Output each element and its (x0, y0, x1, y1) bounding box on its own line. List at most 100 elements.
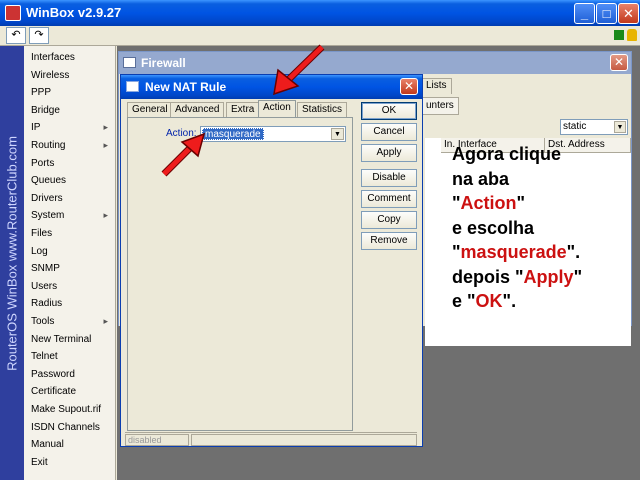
instruction-line: Agora clique (452, 144, 562, 164)
menu-item-interfaces[interactable]: Interfaces (24, 49, 116, 67)
menu-item-label: System (31, 210, 65, 222)
arrow-to-action-select-icon (161, 132, 206, 177)
action-select-value: masquerade (202, 128, 264, 140)
menu-item-files[interactable]: Files (24, 225, 116, 243)
tab-general[interactable]: General (127, 102, 173, 117)
menu-item-label: PPP (31, 87, 52, 99)
close-button[interactable]: ✕ (618, 3, 639, 24)
redo-icon: ↷ (34, 29, 44, 41)
redo-button[interactable]: ↷ (29, 27, 49, 44)
main-menu: Interfaces Wireless PPP Bridge IP ▸ Routing ▸ Po… (24, 46, 116, 480)
menu-item-label: Files (31, 228, 53, 239)
brand-text: RouterOS WinBox www.RouterClub.com (4, 136, 20, 371)
menu-item-tools[interactable]: Tools ▸ (24, 313, 116, 331)
menu-item-system[interactable]: System ▸ (24, 207, 116, 225)
ok-button[interactable]: OK (361, 102, 417, 120)
menu-item-new-terminal[interactable]: New Terminal (24, 331, 116, 349)
menu-item-label: Log (31, 245, 48, 257)
connection-status-icon (614, 30, 624, 40)
menu-item-telnet[interactable]: Telnet (24, 348, 116, 366)
tab-address-lists[interactable]: Lists (421, 78, 452, 94)
menu-item-manual[interactable]: Manual (24, 436, 116, 454)
menu-item-label: Make Supout.rif (31, 404, 102, 415)
menu-item-label: Certificate (31, 386, 77, 398)
chevron-down-icon: ▼ (614, 121, 626, 133)
menu-item-certificate[interactable]: Certificate (24, 383, 116, 401)
menu-item-routing[interactable]: Routing ▸ (24, 137, 116, 155)
disable-button[interactable]: Disable (361, 169, 417, 187)
menu-item-label: Wireless (31, 69, 70, 81)
menu-item-ports[interactable]: Ports (24, 155, 116, 173)
dialog-title: New NAT Rule (145, 80, 227, 94)
menu-item-wireless[interactable]: Wireless (24, 67, 116, 85)
tab-action[interactable]: Action (258, 100, 296, 118)
instruction-line: na aba (452, 168, 510, 189)
action-select[interactable]: masquerade ▼ (200, 126, 346, 142)
menu-item-ppp[interactable]: PPP (24, 84, 116, 102)
menu-item-radius[interactable]: Radius (24, 295, 116, 313)
instruction-line: e escolha (452, 217, 535, 238)
firewall-title: Firewall (141, 56, 186, 70)
menu-item-drivers[interactable]: Drivers (24, 190, 116, 208)
menu-item-users[interactable]: Users (24, 278, 116, 296)
undo-button[interactable]: ↶ (6, 27, 26, 44)
instruction-line: "Action" (452, 193, 526, 213)
cancel-button[interactable]: Cancel (361, 123, 417, 141)
menu-item-exit[interactable]: Exit (24, 454, 116, 472)
comment-button[interactable]: Comment (361, 190, 417, 208)
tab-statistics[interactable]: Statistics (297, 102, 348, 117)
menu-item-bridge[interactable]: Bridge (24, 102, 116, 120)
menu-item-label: Interfaces (31, 52, 75, 63)
minimize-button[interactable]: _ (574, 3, 595, 24)
submenu-arrow-icon: ▸ (103, 122, 108, 133)
maximize-button[interactable]: □ (596, 3, 617, 24)
tab-extra[interactable]: Extra (226, 102, 260, 117)
instruction-line: depois "Apply" (452, 266, 583, 287)
window-icon (123, 57, 136, 68)
submenu-arrow-icon: ▸ (103, 140, 108, 150)
menu-item-label: ISDN Channels (31, 421, 100, 433)
highlight-ok: OK (475, 291, 503, 311)
instruction-line: "masquerade". (452, 242, 581, 262)
menu-item-password[interactable]: Password (24, 366, 116, 384)
menu-item-make-supout-rif[interactable]: Make Supout.rif (24, 401, 116, 419)
menu-item-label: Users (31, 280, 58, 292)
submenu-arrow-icon: ▸ (103, 210, 108, 221)
tab-advanced[interactable]: Advanced (170, 102, 225, 117)
brand-strip: RouterOS WinBox www.RouterClub.com (0, 46, 24, 480)
app-title: WinBox v2.9.27 (26, 5, 122, 20)
dialog-close-button[interactable]: ✕ (400, 78, 418, 95)
copy-button[interactable]: Copy (361, 211, 417, 229)
remove-button[interactable]: Remove (361, 232, 417, 250)
menu-item-label: Drivers (31, 192, 63, 204)
menu-item-label: Routing (31, 140, 66, 151)
instruction-line: e "OK". (452, 291, 517, 311)
menu-item-label: Manual (31, 439, 64, 451)
menu-item-snmp[interactable]: SNMP (24, 260, 116, 278)
menu-item-label: Exit (31, 456, 48, 468)
chevron-down-icon[interactable]: ▼ (331, 128, 344, 140)
apply-button[interactable]: Apply (361, 144, 417, 162)
menu-item-queues[interactable]: Queues (24, 172, 116, 190)
window-icon (126, 81, 139, 92)
menu-item-label: Ports (31, 157, 55, 169)
filter-select[interactable]: static ▼ (560, 119, 628, 135)
menu-item-label: Telnet (31, 351, 58, 363)
menu-item-label: Queues (31, 175, 67, 187)
menu-item-label: Bridge (31, 104, 60, 116)
winbox-logo-icon (5, 5, 21, 21)
status-field (191, 434, 417, 446)
menu-item-isdn-channels[interactable]: ISDN Channels (24, 419, 116, 437)
firewall-close-button[interactable]: ✕ (610, 54, 628, 71)
menu-item-label: Password (31, 368, 75, 380)
firewall-titlebar[interactable]: Firewall ✕ (119, 52, 631, 74)
submenu-arrow-icon: ▸ (103, 316, 108, 326)
menu-item-label: New Terminal (31, 333, 92, 345)
highlight-action: Action (460, 193, 517, 213)
arrow-to-action-tab-icon (273, 44, 325, 96)
reset-counters-button[interactable]: unters (421, 97, 459, 115)
menu-item-label: Radius (31, 298, 63, 310)
menu-item-ip[interactable]: IP ▸ (24, 119, 116, 137)
instruction-text: Agora clique na aba "Action" e escolha "… (452, 142, 632, 314)
menu-item-log[interactable]: Log (24, 243, 116, 261)
